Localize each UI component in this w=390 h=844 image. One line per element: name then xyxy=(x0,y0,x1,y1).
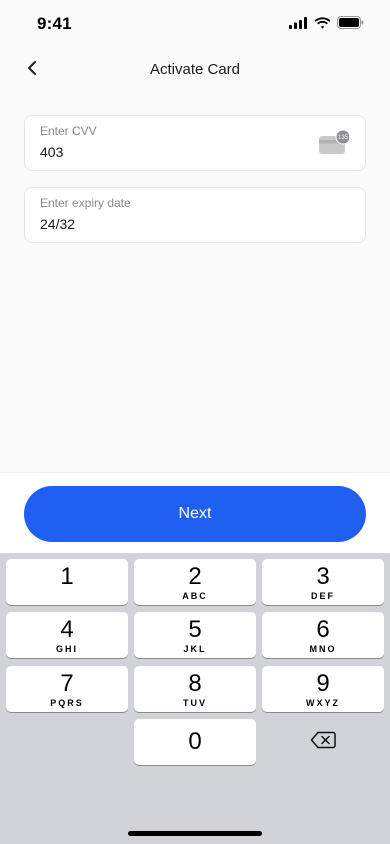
key-digit: 7 xyxy=(60,670,74,697)
expiry-label: Enter expiry date xyxy=(40,196,131,210)
key-7[interactable]: 7 PQRS xyxy=(6,666,128,712)
key-digit: 6 xyxy=(316,616,330,643)
card-cvv-icon: 135 xyxy=(319,129,351,158)
key-0[interactable]: 0 xyxy=(134,719,256,765)
bottom-action-area: Next xyxy=(0,472,390,553)
cellular-signal-icon xyxy=(289,16,308,34)
status-time: 9:41 xyxy=(37,14,72,33)
key-digit: 2 xyxy=(188,563,202,590)
cvv-input[interactable]: 403 xyxy=(40,144,300,160)
form-area: Enter CVV 403 135 Enter expiry date 24/3… xyxy=(0,92,390,472)
key-letters: ABC xyxy=(182,591,208,601)
key-letters: GHI xyxy=(55,644,78,654)
key-letters: JKL xyxy=(183,644,207,654)
key-digit: 0 xyxy=(188,728,202,755)
cvv-badge-text: 135 xyxy=(338,135,349,141)
next-button[interactable]: Next xyxy=(24,486,366,542)
key-digit: 3 xyxy=(316,563,330,590)
key-digit: 9 xyxy=(316,670,330,697)
status-icons xyxy=(289,16,364,34)
key-digit: 5 xyxy=(188,616,202,643)
key-2[interactable]: 2 ABC xyxy=(134,559,256,605)
status-bar: 9:41 xyxy=(0,0,390,48)
page-title: Activate Card xyxy=(149,61,241,78)
nav-bar: Activate Card xyxy=(0,48,390,92)
key-letters: TUV xyxy=(183,698,207,708)
cvv-label: Enter CVV xyxy=(40,124,97,138)
key-9[interactable]: 9 WXYZ xyxy=(262,666,384,712)
expiry-field[interactable]: Enter expiry date 24/32 xyxy=(24,187,366,243)
key-4[interactable]: 4 GHI xyxy=(6,612,128,658)
home-indicator[interactable] xyxy=(128,831,262,836)
key-5[interactable]: 5 JKL xyxy=(134,612,256,658)
cvv-field[interactable]: Enter CVV 403 135 xyxy=(24,115,366,171)
battery-icon xyxy=(337,16,364,34)
key-letters: PQRS xyxy=(50,698,84,708)
delete-key[interactable] xyxy=(262,719,384,765)
expiry-input[interactable]: 24/32 xyxy=(40,216,300,232)
numeric-keypad: 1 2 ABC 3 DEF 4 GHI 5 JKL 6 MNO 7 PQRS 8… xyxy=(0,553,390,844)
key-letters: DEF xyxy=(311,591,335,601)
key-1[interactable]: 1 xyxy=(6,559,128,605)
backspace-icon xyxy=(310,731,336,754)
wifi-icon xyxy=(314,16,331,34)
key-letters: MNO xyxy=(309,644,337,654)
key-letters: WXYZ xyxy=(306,698,340,708)
key-8[interactable]: 8 TUV xyxy=(134,666,256,712)
key-digit: 1 xyxy=(60,563,74,590)
key-6[interactable]: 6 MNO xyxy=(262,612,384,658)
key-digit: 8 xyxy=(188,670,202,697)
key-3[interactable]: 3 DEF xyxy=(262,559,384,605)
key-digit: 4 xyxy=(60,616,74,643)
